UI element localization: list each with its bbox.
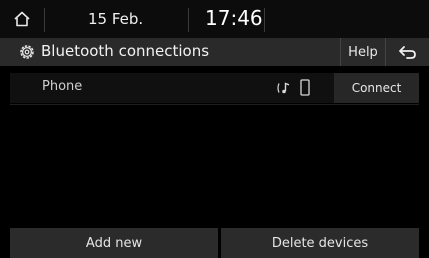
back-button[interactable] [385, 38, 429, 66]
add-new-button[interactable]: Add new [10, 228, 218, 258]
bluetooth-audio-icon [277, 82, 290, 94]
home-button[interactable] [10, 7, 34, 31]
home-icon [14, 11, 30, 27]
add-new-label: Add new [85, 235, 143, 251]
connect-button-label: Connect [351, 81, 402, 95]
list-divider [10, 104, 419, 105]
help-button-label: Help [348, 44, 378, 60]
device-list-item[interactable]: Phone Connect [10, 73, 419, 103]
connect-button[interactable]: Connect [334, 73, 419, 103]
back-arrow-icon [399, 46, 416, 59]
phone-icon [300, 79, 310, 96]
divider [188, 8, 189, 32]
divider [264, 8, 265, 32]
device-name: Phone [42, 79, 83, 94]
page-title: Bluetooth connections [41, 42, 210, 60]
title-bar: Bluetooth connections Help [0, 38, 429, 66]
help-button[interactable]: Help [340, 38, 385, 66]
delete-devices-label: Delete devices [271, 235, 369, 251]
settings-gear-icon [20, 45, 34, 59]
delete-devices-button[interactable]: Delete devices [221, 228, 419, 258]
status-bar: 15 Feb. 17:46 [0, 0, 429, 38]
date-display: 15 Feb. [88, 10, 144, 28]
divider [44, 8, 45, 32]
clock-display: 17:46 [205, 6, 263, 30]
